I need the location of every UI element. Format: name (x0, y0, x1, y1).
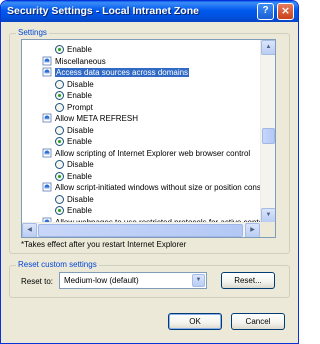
setting-category[interactable]: Access data sources across domains (42, 67, 190, 78)
setting-option[interactable]: Disable (55, 194, 94, 205)
restart-note: *Takes effect after you restart Internet… (21, 240, 187, 249)
setting-label: Miscellaneous (55, 56, 106, 66)
reset-group-label: Reset custom settings (16, 260, 99, 269)
horizontal-scrollbar[interactable]: ◀ ▶ (22, 222, 260, 237)
help-icon[interactable]: ? (257, 3, 274, 20)
security-settings-dialog: Security Settings - Local Intranet Zone … (0, 0, 299, 344)
reset-level-value: Medium-low (default) (64, 276, 139, 285)
reset-level-select[interactable]: Medium-low (default) ▼ (59, 272, 207, 289)
setting-option[interactable]: Enable (55, 171, 92, 182)
setting-label: Enable (67, 137, 92, 146)
radio-button[interactable] (55, 91, 64, 100)
setting-option[interactable]: Enable (55, 44, 92, 55)
window-title: Security Settings - Local Intranet Zone (7, 5, 199, 17)
setting-label: Enable (67, 171, 92, 181)
setting-category[interactable]: Allow script-initiated windows without s… (42, 182, 260, 193)
setting-category[interactable]: Allow META REFRESH (42, 113, 138, 124)
radio-button[interactable] (55, 194, 64, 204)
radio-button[interactable] (55, 102, 64, 112)
setting-label: Allow script-initiated windows without s… (55, 183, 260, 192)
reset-button[interactable]: Reset... (221, 272, 275, 289)
chevron-down-icon[interactable]: ▼ (192, 274, 205, 287)
setting-label: Allow scripting of Internet Explorer web… (55, 148, 251, 158)
radio-button[interactable] (55, 171, 64, 181)
radio-button[interactable] (55, 79, 64, 89)
radio-button[interactable] (55, 45, 64, 54)
setting-label: Disable (67, 160, 94, 169)
setting-label: Access data sources across domains (55, 68, 190, 77)
settings-list[interactable]: Enable Miscellaneous Access data sources a… (21, 39, 276, 238)
setting-option[interactable]: Prompt (55, 102, 93, 113)
setting-label: Enable (67, 206, 92, 215)
settings-page-icon (42, 182, 52, 192)
setting-category[interactable]: Miscellaneous (42, 56, 106, 67)
radio-button[interactable] (55, 125, 64, 135)
settings-group-label: Settings (16, 28, 49, 37)
settings-page-icon (42, 148, 52, 157)
setting-option[interactable]: Enable (55, 90, 92, 101)
scroll-left-icon[interactable]: ◀ (22, 223, 37, 237)
setting-option[interactable]: Disable (55, 79, 94, 90)
scroll-down-icon[interactable]: ▼ (261, 208, 275, 223)
vertical-scrollbar[interactable]: ▲ ▼ (260, 40, 275, 223)
setting-label: Prompt (67, 102, 93, 112)
settings-page-icon (42, 67, 52, 77)
radio-button[interactable] (55, 206, 64, 215)
setting-label: Disable (67, 194, 94, 204)
scroll-right-icon[interactable]: ▶ (245, 223, 260, 237)
radio-button[interactable] (55, 137, 64, 146)
settings-list-content: Enable Miscellaneous Access data sources a… (22, 40, 260, 223)
setting-category[interactable]: Allow scripting of Internet Explorer web… (42, 148, 251, 159)
title-bar[interactable]: Security Settings - Local Intranet Zone … (1, 1, 298, 22)
settings-page-icon (42, 56, 52, 65)
reset-to-label: Reset to: (21, 277, 54, 286)
settings-page-icon (42, 113, 52, 123)
radio-button[interactable] (55, 160, 64, 169)
setting-option[interactable]: Disable (55, 125, 94, 136)
setting-label: Allow META REFRESH (55, 114, 138, 123)
scroll-corner (260, 222, 275, 237)
ok-button[interactable]: OK (168, 313, 222, 330)
cancel-button[interactable]: Cancel (231, 313, 285, 330)
close-icon[interactable]: × (277, 3, 294, 20)
setting-option[interactable]: Enable (55, 205, 92, 216)
setting-label: Enable (67, 91, 92, 100)
setting-label: Disable (67, 79, 94, 89)
scroll-up-icon[interactable]: ▲ (261, 40, 275, 55)
horizontal-scroll-thumb[interactable] (38, 224, 243, 237)
setting-option[interactable]: Enable (55, 136, 92, 147)
setting-label: Enable (67, 45, 92, 54)
setting-label: Disable (67, 125, 94, 135)
vertical-scroll-thumb[interactable] (262, 128, 275, 144)
setting-option[interactable]: Disable (55, 159, 94, 170)
